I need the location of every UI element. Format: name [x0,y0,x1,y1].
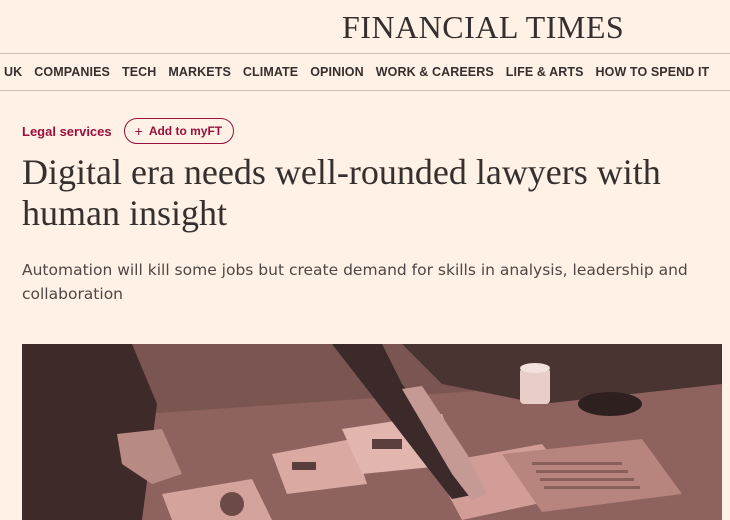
article-headline: Digital era needs well-rounded lawyers w… [22,152,661,233]
ft-logo[interactable]: FINANCIAL TIMES [342,9,624,46]
hero-image [22,344,722,520]
nav-item-how-to-spend-it[interactable]: HOW TO SPEND IT [596,65,710,79]
topic-link[interactable]: Legal services [22,124,112,139]
nav-item-life-arts[interactable]: LIFE & ARTS [506,65,584,79]
nav-item-uk[interactable]: UK [4,65,22,79]
plus-icon: + [134,123,143,139]
masthead: FINANCIAL TIMES [0,0,730,54]
add-to-myft-button[interactable]: + Add to myFT [123,118,235,144]
nav-item-markets[interactable]: MARKETS [168,65,231,79]
nav-item-tech[interactable]: TECH [122,65,156,79]
main-nav: UK COMPANIES TECH MARKETS CLIMATE OPINIO… [0,54,730,91]
nav-item-climate[interactable]: CLIMATE [243,65,298,79]
article-topic-row: Legal services + Add to myFT [22,118,235,144]
nav-item-companies[interactable]: COMPANIES [34,65,110,79]
nav-item-opinion[interactable]: OPINION [310,65,363,79]
add-to-myft-label: Add to myFT [148,124,223,138]
nav-item-work-careers[interactable]: WORK & CAREERS [376,65,494,79]
article-standfirst: Automation will kill some jobs but creat… [22,261,688,303]
